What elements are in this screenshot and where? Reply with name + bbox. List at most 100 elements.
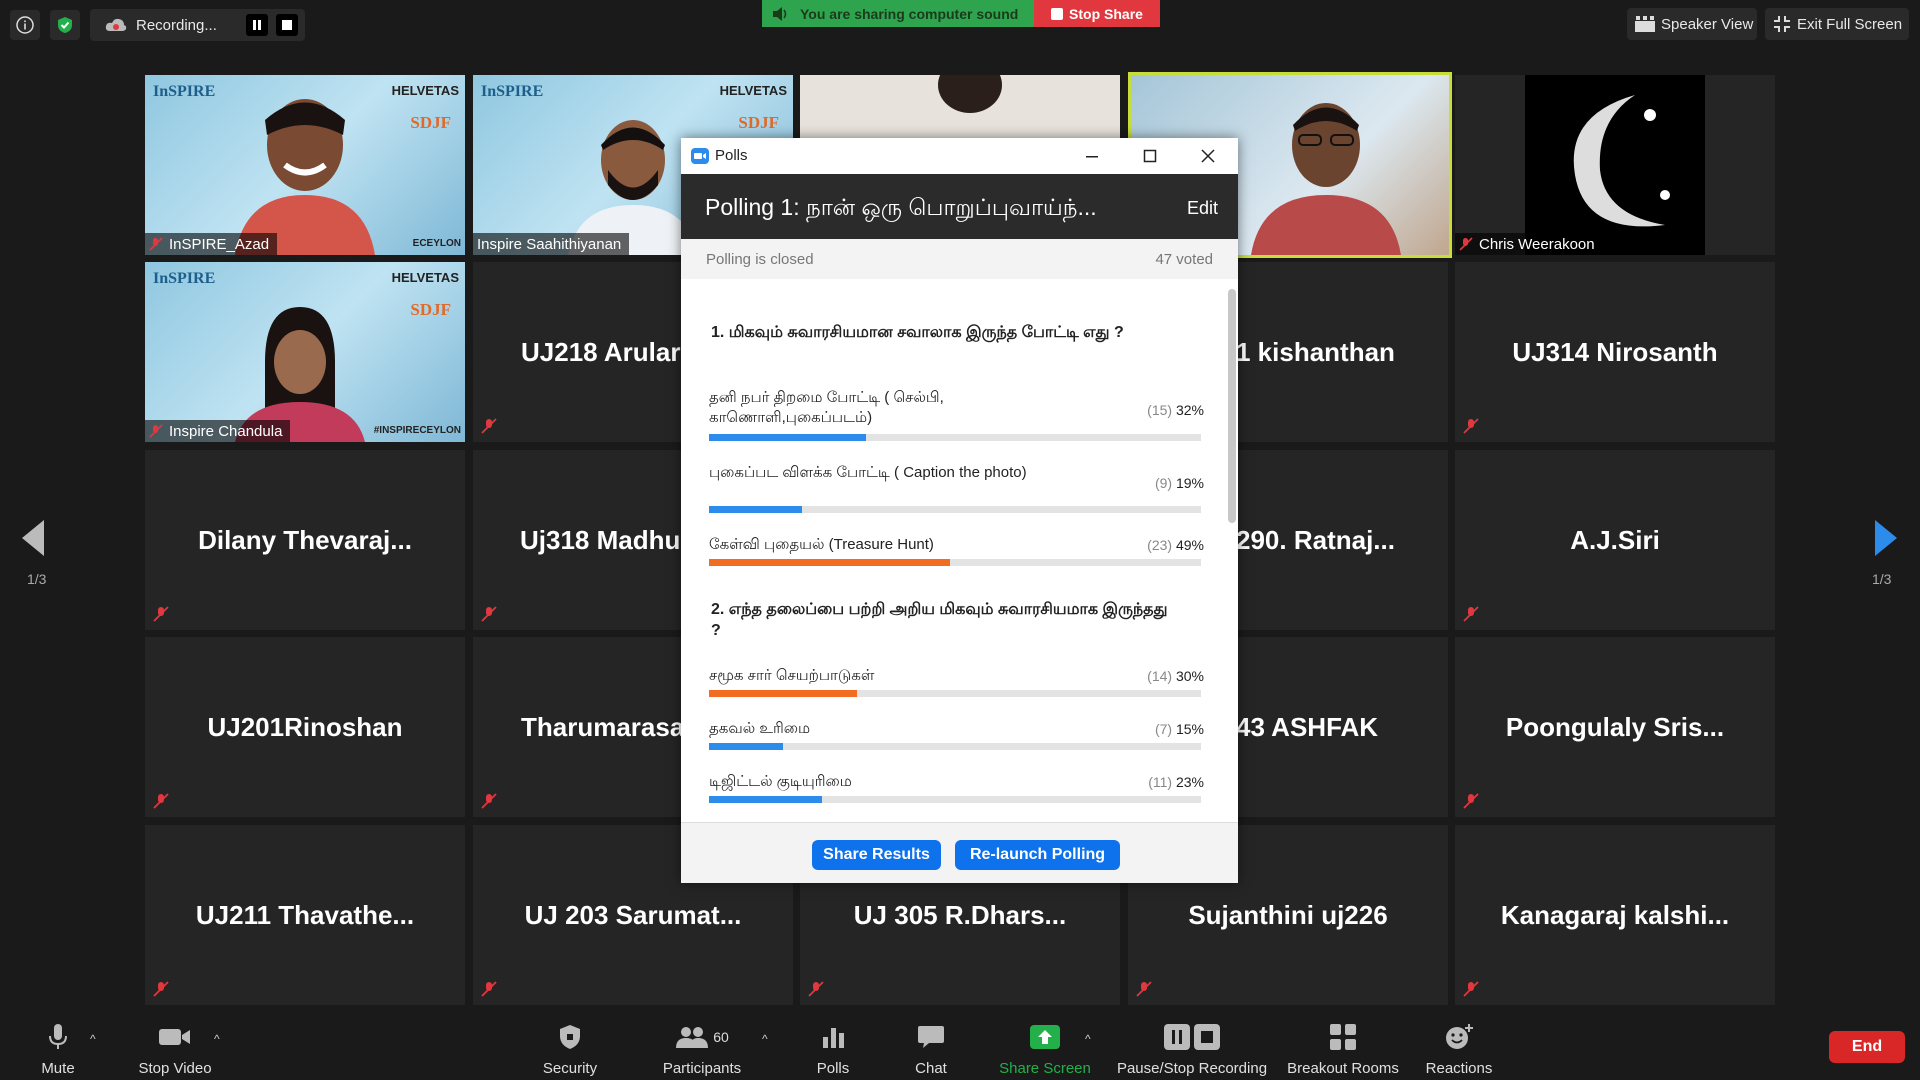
share-screen-button[interactable]: Share Screen [995, 1010, 1095, 1080]
participants-button[interactable]: 60 Participants [652, 1010, 752, 1080]
relaunch-polling-button[interactable]: Re-launch Polling [955, 840, 1120, 870]
name-tile-poongulaly[interactable]: Poongulaly Sris... [1455, 637, 1775, 817]
name-tile-rinoshan[interactable]: UJ201Rinoshan [145, 637, 465, 817]
name-tile-dilany[interactable]: Dilany Thevaraj... [145, 450, 465, 630]
poll-option-text: தனி நபர் திறமை போட்டி ( செல்பி, காணொளி,ப… [709, 389, 944, 426]
previous-page-arrow-icon[interactable] [22, 520, 44, 556]
polls-label: Polls [816, 1060, 850, 1077]
diamond-moon-image [1573, 95, 1670, 227]
emoji-smile-icon [1446, 1024, 1473, 1049]
video-tile-chandula[interactable]: InSPIRE HELVETAS SDJF #INSPIRECEYLON Ins… [145, 262, 465, 442]
poll-option-bar-fill [709, 690, 857, 697]
polls-window-title: Polls [715, 147, 748, 164]
poll-option-text: சமூக சார் செயற்பாடுகள் [709, 667, 875, 684]
info-icon [16, 16, 34, 34]
poll-option-result: (11) 23% [1148, 772, 1204, 792]
edit-poll-button[interactable]: Edit [1187, 198, 1218, 219]
muted-mic-icon [1136, 981, 1152, 997]
encryption-button[interactable] [50, 10, 80, 40]
speaker-view-button[interactable]: Speaker View [1627, 8, 1757, 40]
muted-mic-icon [1463, 793, 1479, 809]
poll-option-votes: (11) [1148, 774, 1173, 790]
name-tile-nirosanth[interactable]: UJ314 Nirosanth [1455, 262, 1775, 442]
reactions-label: Reactions [1425, 1060, 1493, 1077]
participant-avatar [1251, 103, 1401, 255]
poll-status-text: Polling is closed [706, 251, 814, 268]
poll-option-bar [709, 690, 1201, 697]
mute-button[interactable]: Mute [22, 1010, 94, 1080]
poll-option-result: (9) 19% [1155, 473, 1204, 493]
exit-full-screen-button[interactable]: Exit Full Screen [1765, 8, 1909, 40]
maximize-icon[interactable] [1143, 149, 1157, 163]
close-icon[interactable] [1201, 149, 1215, 163]
breakout-rooms-button[interactable]: Breakout Rooms [1283, 1010, 1403, 1080]
end-meeting-button[interactable]: End [1829, 1031, 1905, 1063]
mute-label: Mute [41, 1060, 75, 1077]
reactions-button[interactable]: Reactions [1417, 1010, 1501, 1080]
poll-option-votes: (23) [1147, 537, 1173, 553]
polls-button[interactable]: Polls [800, 1010, 866, 1080]
poll-option-bar [709, 796, 1201, 803]
muted-mic-icon [153, 981, 169, 997]
exit-full-screen-label: Exit Full Screen [1797, 15, 1903, 33]
poll-option-votes: (14) [1147, 668, 1173, 684]
participant-name-label: Inspire Saahithiyanan [473, 233, 630, 255]
shield-icon [560, 1025, 580, 1049]
participant-name: UJ201Rinoshan [207, 711, 403, 742]
participant-name-label: Inspire Chandula [145, 420, 291, 442]
share-options-caret-icon[interactable]: ^ [1085, 1032, 1091, 1046]
pause-recording-button[interactable] [246, 14, 268, 36]
participant-name: Inspire Chandula [169, 422, 283, 440]
poll-header: Polling 1: நான் ஒரு பொறுப்புவாய்ந்... Ed… [681, 174, 1238, 239]
poll-option-votes: (15) [1147, 402, 1173, 418]
chat-button[interactable]: Chat [898, 1010, 964, 1080]
poll-voted-count: 47 voted [1155, 251, 1213, 268]
stop-share-button[interactable]: Stop Share [1034, 0, 1160, 27]
hashtag-tag: #INSPIRECEYLON [373, 425, 461, 436]
name-tile-thavathe[interactable]: UJ211 Thavathe... [145, 825, 465, 1005]
ceylon-tag: ECEYLON [412, 238, 461, 249]
top-bar: Recording... You are sharing computer so… [0, 0, 1920, 50]
name-tile-kanagaraj[interactable]: Kanagaraj kalshi... [1455, 825, 1775, 1005]
poll-option: சமூக சார் செயற்பாடுகள் (14) 30% [709, 666, 1204, 688]
minimize-icon[interactable] [1085, 149, 1099, 163]
poll-option-percent: 30% [1175, 668, 1204, 684]
stop-recording-button[interactable] [276, 14, 298, 36]
sharing-sound-text: You are sharing computer sound [800, 5, 1019, 22]
inspire-logo: InSPIRE [481, 83, 544, 100]
shield-check-icon [58, 17, 72, 33]
stop-square-icon [1051, 7, 1064, 20]
participant-name: Kanagaraj kalshi... [1500, 899, 1730, 930]
participants-label: Participants [662, 1060, 742, 1077]
audio-options-caret-icon[interactable]: ^ [90, 1032, 96, 1046]
video-tile-azad[interactable]: InSPIRE HELVETAS SDJF ECEYLON InSPIRE_Az… [145, 75, 465, 255]
stop-video-button[interactable]: Stop Video [130, 1010, 220, 1080]
poll-option-text: புகைப்பட விளக்க போட்டி ( Caption the pho… [709, 464, 1027, 481]
breakout-rooms-icon [1330, 1024, 1356, 1050]
security-button[interactable]: Security [530, 1010, 610, 1080]
share-results-button[interactable]: Share Results [812, 840, 941, 870]
sdjf-logo: SDJF [410, 300, 451, 319]
participants-options-caret-icon[interactable]: ^ [762, 1032, 768, 1046]
recording-label: Recording... [136, 16, 217, 34]
poll-option-bar-fill [709, 559, 951, 566]
zoom-app-icon [691, 148, 709, 164]
next-page-arrow-icon[interactable] [1875, 520, 1897, 556]
video-options-caret-icon[interactable]: ^ [214, 1032, 220, 1046]
name-tile-ajsiri[interactable]: A.J.Siri [1455, 450, 1775, 630]
polls-window: Polls Polling 1: நான் ஒரு பொறுப்புவாய்ந்… [681, 138, 1238, 883]
stop-share-label: Stop Share [1069, 5, 1143, 22]
stop-video-label: Stop Video [138, 1060, 212, 1077]
security-label: Security [542, 1060, 598, 1077]
poll-option-votes: (9) [1154, 475, 1173, 491]
poll-option-bar [709, 506, 1201, 513]
poll-option-votes: (7) [1154, 721, 1173, 737]
page-indicator-left: 1/3 [27, 571, 47, 587]
pause-stop-recording-button[interactable]: Pause/Stop Recording [1112, 1010, 1272, 1080]
poll-option: டிஜிட்டல் குடியுரிமை (11) 23% [709, 772, 1204, 794]
poll-scrollbar[interactable] [1228, 289, 1236, 523]
video-tile-chris[interactable]: Chris Weerakoon [1455, 75, 1775, 255]
poll-option: புகைப்பட விளக்க போட்டி ( Caption the pho… [709, 463, 1204, 503]
muted-mic-icon [1463, 418, 1479, 434]
meeting-info-button[interactable] [10, 10, 40, 40]
